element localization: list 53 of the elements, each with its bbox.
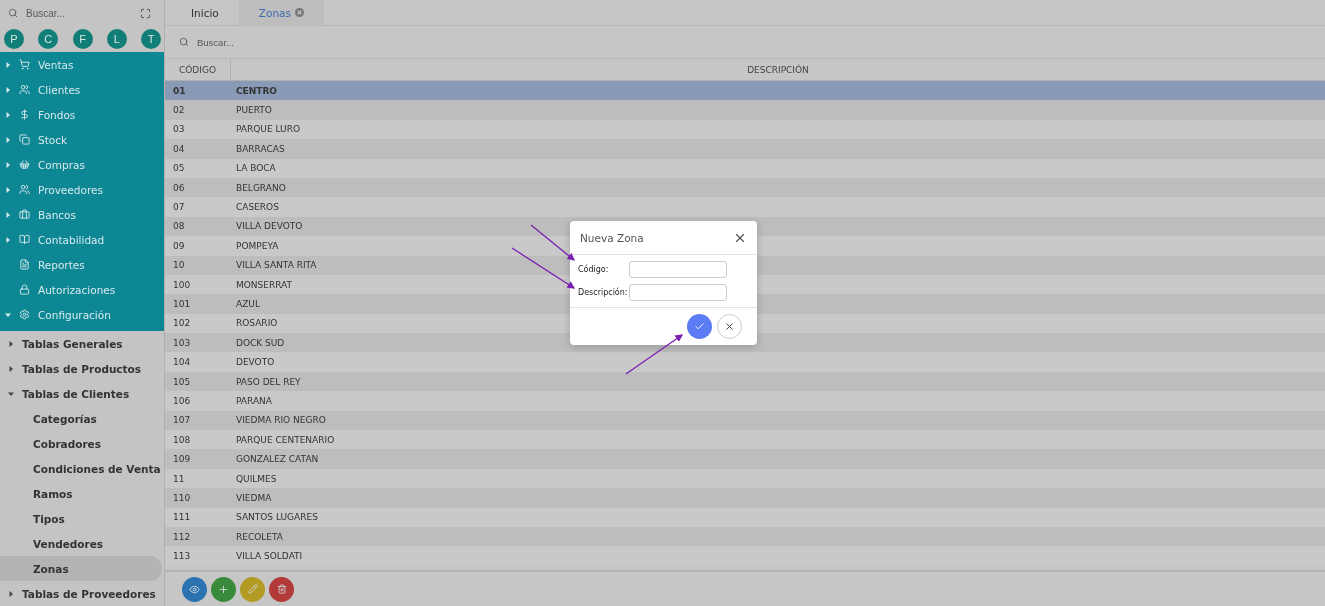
table-cell-text: LA BOCA bbox=[236, 162, 276, 176]
table-cell-text: 103 bbox=[173, 336, 191, 350]
table-cell-text: BARRACAS bbox=[236, 142, 285, 156]
table-cell-text: DOCK SUD bbox=[236, 336, 285, 350]
table-cell-text: 04 bbox=[173, 142, 185, 156]
table-cell-text: 113 bbox=[173, 550, 191, 564]
table-cell-text: 100 bbox=[173, 278, 191, 292]
table-cell-text: 03 bbox=[173, 123, 185, 137]
table-cell-text: PUERTO bbox=[236, 104, 272, 118]
table-cell-text: 111 bbox=[173, 511, 191, 525]
table-cell-text: 07 bbox=[173, 201, 185, 215]
table-cell-text: 05 bbox=[173, 162, 185, 176]
table-cell-text: AZUL bbox=[236, 298, 260, 311]
table-cell-text: ROSARIO bbox=[236, 317, 278, 331]
table-cell-text: PARQUE LURO bbox=[236, 123, 300, 137]
table-cell-text: SANTOS LUGARES bbox=[236, 511, 318, 525]
table-cell-text: 10 bbox=[173, 259, 185, 273]
table-cell-text: GONZALEZ CATAN bbox=[236, 453, 319, 467]
table-cell-text: 104 bbox=[173, 356, 191, 370]
dialog-title: Nueva Zona bbox=[580, 231, 644, 244]
table-cell-text: VILLA SANTA RITA bbox=[236, 259, 317, 273]
table-cell-text: VIEDMA RIO NEGRO bbox=[236, 414, 326, 428]
table-cell-text: 102 bbox=[173, 317, 191, 331]
table-cell-text: PASO DEL REY bbox=[236, 375, 301, 389]
table-cell-text: MONSERRAT bbox=[236, 278, 293, 292]
table-cell-text: 08 bbox=[173, 220, 185, 234]
table-cell-text: BELGRANO bbox=[236, 181, 286, 195]
table-cell-text: 108 bbox=[173, 433, 191, 447]
field-label: Descripción: bbox=[578, 288, 628, 297]
table-cell-text: 105 bbox=[173, 375, 191, 389]
table-cell-text: VIEDMA bbox=[236, 491, 272, 505]
table-cell-text: 01 bbox=[173, 84, 186, 98]
table-cell-text: PARQUE CENTENARIO bbox=[236, 433, 335, 447]
table-cell-text: 109 bbox=[173, 453, 191, 467]
table-cell-text: POMPEYA bbox=[236, 239, 279, 253]
table-cell-text: VILLA DEVOTO bbox=[236, 220, 303, 234]
table-cell-text: CASEROS bbox=[236, 201, 279, 215]
table-cell-text: 09 bbox=[173, 239, 185, 253]
table-cell-text: 06 bbox=[173, 181, 185, 195]
table-cell-text: VILLA SOLDATI bbox=[236, 550, 303, 564]
table-cell-text: PARANA bbox=[236, 394, 272, 408]
table-cell-text: 101 bbox=[173, 298, 191, 311]
table-cell-text: RECOLETA bbox=[236, 530, 283, 544]
table-cell-text: 112 bbox=[173, 530, 191, 544]
table-cell-text: QUILMES bbox=[236, 472, 277, 486]
table-cell-text: 107 bbox=[173, 414, 191, 428]
table-cell-text: 11 bbox=[173, 472, 185, 486]
table-cell-text: 110 bbox=[173, 491, 191, 505]
table-cell-text: CENTRO bbox=[236, 84, 277, 98]
field-label: Código: bbox=[578, 265, 609, 274]
table-cell-text: DEVOTO bbox=[236, 356, 275, 370]
table-cell-text: 106 bbox=[173, 394, 191, 408]
table-cell-text: 02 bbox=[173, 104, 185, 118]
